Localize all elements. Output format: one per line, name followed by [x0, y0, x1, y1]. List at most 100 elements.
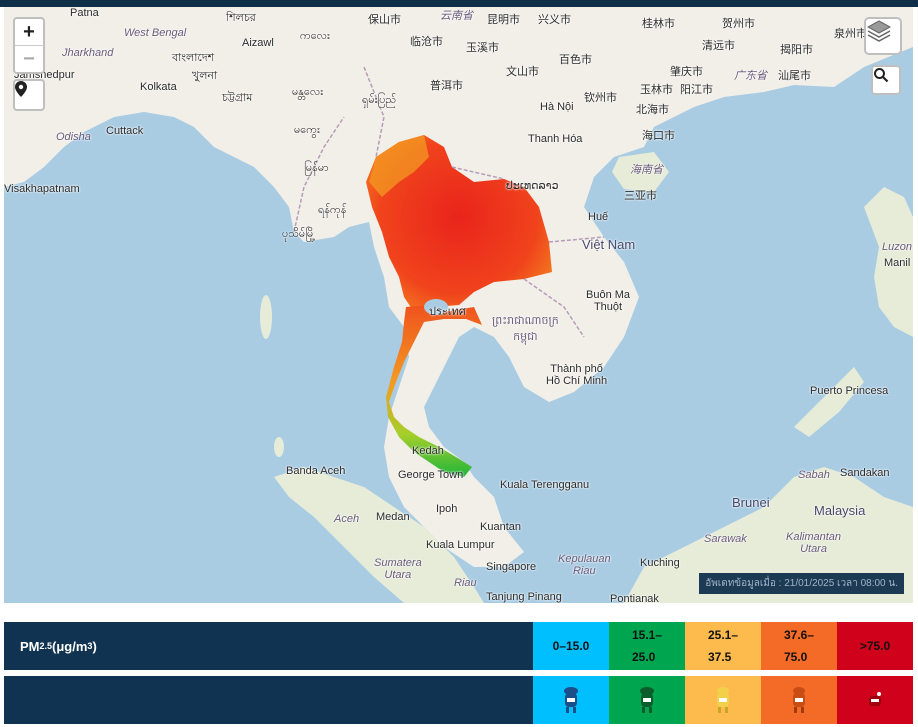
- label-hue: Huế: [588, 211, 609, 223]
- label-luzon: Luzon: [882, 241, 912, 253]
- label-guilin: 桂林市: [642, 18, 675, 30]
- legend-range-very-good: 0–15.0: [533, 622, 609, 670]
- legend-icon-cell-unhealthy: [761, 676, 837, 724]
- label-hezhou: 贺州市: [722, 18, 755, 30]
- label-kalimantan-utara: Kalimantan Utara: [786, 531, 842, 555]
- legend-range-unhealthy: 37.6– 75.0: [761, 622, 837, 670]
- label-sarawak: Sarawak: [704, 533, 747, 545]
- legend-range-moderate: 25.1– 37.5: [685, 622, 761, 670]
- label-riau: Riau: [454, 577, 477, 589]
- label-hainan: 海南省: [630, 164, 663, 176]
- label-wenshan: 文山市: [506, 66, 539, 78]
- label-khulna: খুলনা: [192, 70, 218, 82]
- label-kepulauan-riau: Kepulauan Riau: [558, 553, 611, 577]
- label-kuantan: Kuantan: [480, 521, 521, 533]
- label-xingyi: 兴义市: [538, 14, 571, 26]
- legend-icon-cell-very-good: [533, 676, 609, 724]
- zoom-in-button[interactable]: +: [15, 19, 43, 45]
- label-buonmathuot: Buôn Ma Thuột: [586, 289, 631, 313]
- legend-title-sub: 2.5: [39, 641, 53, 651]
- label-sumatera-utara: Sumatera Utara: [374, 557, 422, 581]
- label-brunei: Brunei: [732, 495, 770, 510]
- label-zhaoqing: 肇庆市: [670, 66, 703, 78]
- label-west-bengal: West Bengal: [124, 27, 187, 39]
- search-button[interactable]: [871, 65, 901, 95]
- label-thailand: ประเทศ: [429, 306, 466, 318]
- label-visakhapatnam: Visakhapatnam: [4, 183, 80, 195]
- label-odisha: Odisha: [56, 131, 91, 143]
- label-puerto-princesa: Puerto Princesa: [810, 385, 889, 397]
- label-mandalay: မကွေး: [294, 124, 320, 136]
- label-myanmar: မြန်မာ: [304, 162, 329, 174]
- label-aceh: Aceh: [334, 513, 360, 525]
- label-beihai: 北海市: [636, 104, 669, 116]
- label-magway: မန္တလေး: [292, 86, 324, 98]
- label-kunming: 昆明市: [487, 14, 520, 26]
- legend-icon-cell-good: [609, 676, 685, 724]
- layers-button[interactable]: [864, 17, 902, 55]
- label-shanwei: 汕尾市: [778, 70, 811, 82]
- location-pin-icon: [15, 81, 27, 97]
- label-bangladesh: বাংলাদেশ: [172, 52, 215, 64]
- label-yulin: 玉林市: [640, 84, 673, 96]
- legend-icons-title: [4, 676, 533, 724]
- label-qingyuan: 清远市: [702, 40, 735, 52]
- label-george-town: George Town: [398, 469, 464, 481]
- legend-range-label: 15.1–: [631, 628, 663, 642]
- label-tanjung-pinang: Tanjung Pinang: [486, 591, 562, 603]
- legend-range-label: >75.0: [859, 639, 891, 653]
- label-thanhhoa: Thanh Hóa: [528, 133, 583, 145]
- label-kolkata: Kolkata: [140, 81, 177, 93]
- label-lincang: 临沧市: [410, 36, 443, 48]
- legend-range-label-2: 75.0: [783, 650, 808, 664]
- label-haikou: 海口市: [642, 130, 675, 142]
- legend-range-label-2: 37.5: [707, 650, 732, 664]
- legend-range-good: 15.1– 25.0: [609, 622, 685, 670]
- label-hcmc: Thành phố Hồ Chí Minh: [546, 363, 608, 387]
- label-shan: ရှမ်းပြည်: [362, 94, 397, 106]
- label-aizawl: Aizawl: [242, 37, 274, 49]
- label-qinzhou: 钦州市: [584, 92, 617, 104]
- label-jharkhand: Jharkhand: [62, 47, 114, 59]
- label-banda-aceh: Banda Aceh: [286, 465, 346, 477]
- label-hanoi: Hà Nội: [540, 101, 574, 113]
- label-ipoh: Ipoh: [436, 503, 458, 515]
- label-puer: 普洱市: [430, 80, 463, 92]
- search-icon: [874, 68, 889, 83]
- label-kuala-lumpur: Kuala Lumpur: [426, 539, 495, 551]
- label-quanzhou: 泉州市: [834, 28, 867, 40]
- label-sabah: Sabah: [798, 469, 830, 481]
- legend-range-very-unhealthy: >75.0: [837, 622, 913, 670]
- label-singapore: Singapore: [486, 561, 537, 573]
- label-mm-north: ကလေး: [300, 30, 330, 42]
- label-kuala-terengganu: Kuala Terengganu: [500, 479, 590, 491]
- label-jieyang: 揭阳市: [780, 44, 813, 56]
- legend-title: PM 2.5 (μg/m 3): [4, 622, 533, 670]
- label-yuxi: 玉溪市: [466, 42, 499, 54]
- legend-range-label: 25.1–: [707, 628, 739, 642]
- mascot-very-unhealthy-icon: [869, 692, 881, 706]
- legend-range-label: 37.6–: [783, 628, 815, 642]
- update-timestamp: อัพเดทข้อมูลเมื่อ : 21/01/2025 เวลา 08:0…: [699, 573, 904, 594]
- label-cuttack: Cuttack: [106, 125, 144, 137]
- label-manila: Manil: [884, 257, 911, 269]
- label-yangon: ရန်ကုန်: [318, 204, 347, 216]
- pm25-legend: PM 2.5 (μg/m 3) 0–15.0 15.1– 25.0 25.1– 37.5 …: [4, 622, 913, 670]
- label-sandakan: Sandakan: [840, 467, 890, 479]
- legend-range-label: 0–15.0: [552, 639, 590, 653]
- label-patna: Patna: [70, 7, 99, 19]
- legend-title-close: ): [92, 638, 97, 654]
- pm25-map[interactable]: Patna শিলচর 保山市 云南省 昆明市 兴义市 桂林市 贺州市 泉州市 …: [4, 7, 913, 603]
- label-baoshan: 保山市: [368, 14, 401, 26]
- legend-title-pm: PM: [20, 638, 40, 654]
- layers-icon: [866, 20, 892, 42]
- zoom-out-button[interactable]: −: [15, 45, 43, 72]
- label-silchar: শিলচর: [226, 12, 256, 24]
- mascot-moderate-icon: [717, 687, 729, 713]
- label-kuching: Kuching: [640, 557, 680, 569]
- label-vietnam: Việt Nam: [582, 237, 636, 252]
- label-yangjiang: 阳江市: [680, 84, 713, 96]
- mascot-very-good-icon: [564, 687, 578, 713]
- top-bar: [0, 0, 918, 7]
- locate-button[interactable]: [13, 79, 45, 111]
